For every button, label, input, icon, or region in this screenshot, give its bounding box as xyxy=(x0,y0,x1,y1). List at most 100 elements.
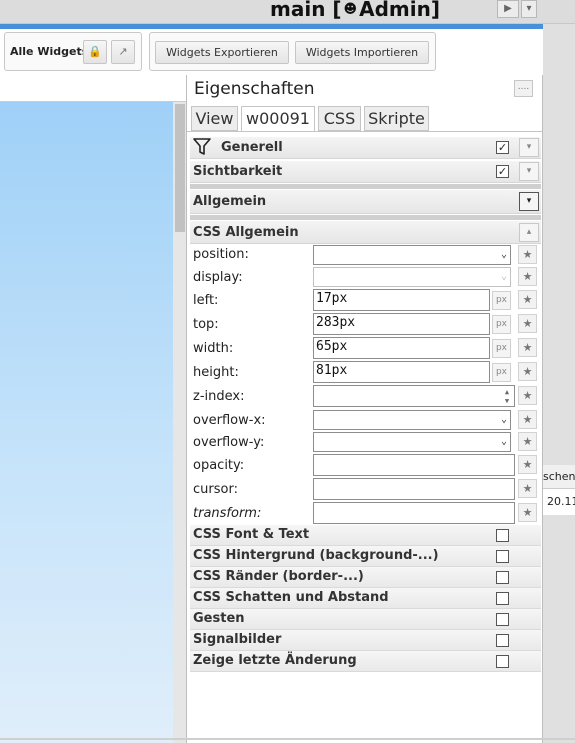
left-input[interactable]: 17px xyxy=(313,289,490,311)
group-label: CSS Font & Text xyxy=(193,527,310,542)
tabs-underline xyxy=(187,131,542,132)
position-star[interactable]: ★ xyxy=(518,245,537,264)
section-css-allgemein[interactable]: CSS Allgemein ▴ xyxy=(190,221,541,244)
height-unit-button[interactable]: px xyxy=(492,363,511,382)
preview-canvas[interactable] xyxy=(0,102,186,743)
play-button[interactable]: ▶ xyxy=(497,0,519,18)
group-checkbox[interactable] xyxy=(496,550,509,563)
tab-css[interactable]: CSS xyxy=(318,106,361,131)
transform-label: transform: xyxy=(193,506,262,521)
z-index-star[interactable]: ★ xyxy=(518,386,537,405)
group-label: Gesten xyxy=(193,611,245,626)
overflow-y-star[interactable]: ★ xyxy=(518,432,537,451)
display-star[interactable]: ★ xyxy=(518,267,537,286)
top-label: top: xyxy=(193,317,219,332)
export-widgets-button[interactable]: Widgets Exportieren xyxy=(155,41,289,64)
group-label: Zeige letzte Änderung xyxy=(193,653,357,668)
left-star[interactable]: ★ xyxy=(518,290,537,309)
group-last-change[interactable]: Zeige letzte Änderung xyxy=(190,651,541,672)
left-label: left: xyxy=(193,293,219,308)
opacity-star[interactable]: ★ xyxy=(518,455,537,474)
right-table-header: schen xyxy=(543,465,575,489)
display-select[interactable]: ⌄ xyxy=(313,267,511,287)
right-table-row: 20.11 xyxy=(543,489,575,515)
width-star[interactable]: ★ xyxy=(518,338,537,357)
all-widgets-group: Alle Widgets: 🔒 ↗ xyxy=(4,32,142,71)
top-unit-button[interactable]: px xyxy=(492,315,511,334)
group-checkbox[interactable] xyxy=(496,592,509,605)
group-label: CSS Ränder (border-...) xyxy=(193,569,364,584)
group-checkbox[interactable] xyxy=(496,613,509,626)
opacity-input[interactable] xyxy=(313,454,515,476)
preview-header xyxy=(0,75,186,102)
group-checkbox[interactable] xyxy=(496,634,509,647)
right-backdrop xyxy=(543,24,575,743)
spin-down-icon[interactable]: ▼ xyxy=(501,397,513,405)
cursor-input[interactable] xyxy=(313,478,515,500)
view-title-text: main [ xyxy=(270,0,342,21)
section-sichtbarkeit[interactable]: Sichtbarkeit ✓ ▾ xyxy=(190,161,541,183)
scrollbar-thumb[interactable] xyxy=(175,104,185,232)
external-link-icon: ↗ xyxy=(118,45,128,58)
group-label: Signalbilder xyxy=(193,632,282,647)
tab-view[interactable]: View xyxy=(191,106,238,131)
allgemein-toggle[interactable]: ▾ xyxy=(519,192,539,211)
left-unit-button[interactable]: px xyxy=(492,291,511,310)
filter-icon xyxy=(193,137,211,160)
height-input[interactable]: 81px xyxy=(313,361,490,383)
top-input[interactable]: 283px xyxy=(313,313,490,335)
sichtbarkeit-toggle[interactable]: ▾ xyxy=(519,162,539,181)
open-widgets-button[interactable]: ↗ xyxy=(111,40,135,64)
user-icon: ☻ xyxy=(343,2,358,17)
tab-scripts[interactable]: Skripte xyxy=(364,106,429,131)
group-checkbox[interactable] xyxy=(496,655,509,668)
group-checkbox[interactable] xyxy=(496,529,509,542)
transform-star[interactable]: ★ xyxy=(518,503,537,522)
group-label: CSS Hintergrund (background-...) xyxy=(193,548,439,563)
all-widgets-label: Alle Widgets: xyxy=(10,45,93,58)
opacity-label: opacity: xyxy=(193,458,245,473)
chevron-down-icon: ⌄ xyxy=(500,249,507,260)
height-star[interactable]: ★ xyxy=(518,362,537,381)
lock-icon: 🔒 xyxy=(88,45,102,58)
header-menu-button[interactable]: ▾ xyxy=(521,0,537,18)
properties-panel: Eigenschaften .... View w00091 CSS Skrip… xyxy=(186,75,543,743)
overflow-x-label: overflow-x: xyxy=(193,413,266,428)
group-checkbox[interactable] xyxy=(496,571,509,584)
width-unit-button[interactable]: px xyxy=(492,339,511,358)
group-css-font-text[interactable]: CSS Font & Text xyxy=(190,525,541,546)
chevron-down-icon: ⌄ xyxy=(500,414,507,425)
section-generell[interactable]: Generell ✓ ▾ xyxy=(190,137,541,159)
group-css-border[interactable]: CSS Ränder (border-...) xyxy=(190,567,541,588)
section-allgemein[interactable]: Allgemein ▾ xyxy=(190,190,541,214)
overflow-x-select[interactable]: ⌄ xyxy=(313,410,511,430)
view-title: main [☻ Admin] xyxy=(270,0,440,21)
generell-checkbox[interactable]: ✓ xyxy=(496,141,509,154)
position-label: position: xyxy=(193,247,249,262)
css-allgemein-toggle[interactable]: ▴ xyxy=(519,223,539,242)
overflow-y-select[interactable]: ⌄ xyxy=(313,432,511,452)
group-css-background[interactable]: CSS Hintergrund (background-...) xyxy=(190,546,541,567)
sichtbarkeit-checkbox[interactable]: ✓ xyxy=(496,165,509,178)
import-widgets-button[interactable]: Widgets Importieren xyxy=(295,41,429,64)
section-generell-label: Generell xyxy=(221,140,283,155)
section-divider xyxy=(190,184,541,189)
group-signal-images[interactable]: Signalbilder xyxy=(190,630,541,651)
top-star[interactable]: ★ xyxy=(518,314,537,333)
overflow-x-star[interactable]: ★ xyxy=(518,410,537,429)
spin-up-icon[interactable]: ▲ xyxy=(501,388,513,396)
group-css-shadow[interactable]: CSS Schatten und Abstand xyxy=(190,588,541,609)
cursor-star[interactable]: ★ xyxy=(518,479,537,498)
cursor-label: cursor: xyxy=(193,482,238,497)
lock-widgets-button[interactable]: 🔒 xyxy=(83,40,107,64)
section-divider xyxy=(190,215,541,220)
tab-widget[interactable]: w00091 xyxy=(241,106,315,132)
position-select[interactable]: ⌄ xyxy=(313,245,511,265)
z-index-input[interactable]: ▲ ▼ xyxy=(313,385,515,407)
transform-input[interactable] xyxy=(313,502,515,524)
generell-toggle[interactable]: ▾ xyxy=(519,138,539,157)
group-gestures[interactable]: Gesten xyxy=(190,609,541,630)
width-input[interactable]: 65px xyxy=(313,337,490,359)
panel-menu-button[interactable]: .... xyxy=(514,80,533,97)
group-label: CSS Schatten und Abstand xyxy=(193,590,389,605)
